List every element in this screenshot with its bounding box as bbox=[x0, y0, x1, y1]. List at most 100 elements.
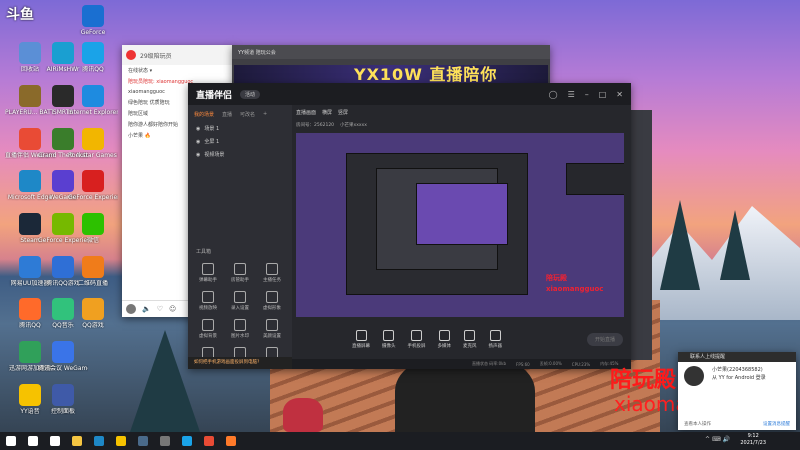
taskbar-clock[interactable]: 9:12 2021/7/23 bbox=[740, 433, 766, 447]
source-button[interactable]: 扬声器 bbox=[489, 329, 502, 349]
desktop-icon[interactable]: QQ游戏 bbox=[68, 298, 118, 329]
tool-button[interactable]: 视频放映 bbox=[192, 291, 224, 311]
taskbar-button[interactable] bbox=[110, 432, 132, 450]
eye-icon[interactable]: ◉ bbox=[196, 139, 200, 145]
desktop-icon-label: QQ游戏 bbox=[82, 322, 104, 329]
tool-button[interactable]: 虚拟形象 bbox=[256, 291, 288, 311]
tool-button[interactable]: 美颜设置 bbox=[256, 319, 288, 339]
tool-icon bbox=[266, 291, 278, 303]
preview-tab[interactable]: 竖屏 bbox=[338, 109, 348, 116]
maximize-icon[interactable]: □ bbox=[599, 90, 607, 99]
tray-icons[interactable]: ^ ⌨ 🔊 bbox=[705, 436, 730, 443]
tool-button[interactable]: 弹幕助手 bbox=[192, 263, 224, 283]
preview-tab[interactable]: 直播画面 bbox=[296, 109, 316, 116]
tool-button[interactable]: 主播任务 bbox=[256, 263, 288, 283]
scene-item[interactable]: ◉ 全屏 1 bbox=[188, 135, 292, 148]
start-live-button[interactable]: 开始直播 bbox=[586, 332, 623, 346]
scene-tab[interactable]: + bbox=[263, 111, 267, 118]
source-button[interactable]: 麦克风 bbox=[463, 329, 477, 349]
help-status[interactable]: 如何把手机游戏画面投屏到电脑? bbox=[188, 357, 292, 369]
source-icon bbox=[355, 329, 367, 341]
file-explorer-icon bbox=[72, 436, 82, 446]
source-icon bbox=[383, 329, 395, 341]
activity-pill[interactable]: 活动 bbox=[240, 89, 261, 99]
task-view-icon bbox=[50, 436, 60, 446]
app-icon bbox=[52, 384, 74, 406]
desktop-icon-label: 腾讯会议 WeGame版 bbox=[38, 365, 88, 372]
taskbar-button[interactable] bbox=[220, 432, 242, 450]
tool-label: 虚拟背景 bbox=[199, 334, 217, 339]
avatar[interactable]: ◯ bbox=[549, 90, 558, 99]
scene-tab[interactable]: 直播 bbox=[222, 111, 232, 118]
taskbar-button[interactable] bbox=[176, 432, 198, 450]
speaker-icon[interactable]: 🔈 bbox=[142, 305, 151, 313]
source-icon bbox=[489, 329, 501, 341]
tool-icon bbox=[234, 291, 246, 303]
taskbar-button[interactable] bbox=[44, 432, 66, 450]
app-icon bbox=[82, 170, 104, 192]
eye-icon[interactable]: ◉ bbox=[196, 152, 200, 158]
side-panel bbox=[630, 110, 652, 360]
notification-name: 小芒果(2204368582) bbox=[712, 367, 763, 373]
source-button[interactable]: 摄像头 bbox=[382, 329, 396, 349]
login-notification[interactable]: 联系人上线提醒 小芒果(2204368582) 从 YY for Android… bbox=[678, 352, 796, 430]
app-icon bbox=[52, 341, 74, 363]
desktop-icon[interactable]: Internet Explorer bbox=[68, 85, 118, 116]
app-icon bbox=[82, 5, 104, 27]
clock-date: 2021/7/23 bbox=[740, 440, 766, 446]
scene-tab[interactable]: 我的场景 bbox=[194, 111, 214, 118]
source-label: 麦克风 bbox=[463, 343, 477, 349]
tool-button[interactable]: 房管助手 bbox=[224, 263, 256, 283]
notification-action[interactable]: 查看本人操作 bbox=[684, 421, 711, 427]
taskbar-button[interactable] bbox=[198, 432, 220, 450]
taskbar-button[interactable] bbox=[0, 432, 22, 450]
yy-channel-window[interactable]: YY频道 陪玩公会 YX10W 直播陪你 bbox=[232, 45, 550, 85]
notification-settings-link[interactable]: 设置消息提醒 bbox=[763, 421, 790, 427]
tool-label: 虚拟形象 bbox=[263, 306, 281, 311]
heart-icon[interactable]: ♡ bbox=[157, 305, 163, 313]
desktop-icon[interactable]: 腾讯QQ bbox=[68, 42, 118, 73]
taskbar-button[interactable] bbox=[88, 432, 110, 450]
preview-info-item: 房间号：2562120 bbox=[296, 123, 335, 128]
preview-tab[interactable]: 横屏 bbox=[322, 109, 332, 116]
steam-icon bbox=[138, 436, 148, 446]
tool-button[interactable]: 虚拟背景 bbox=[192, 319, 224, 339]
desktop-icon[interactable]: 二维码直播 bbox=[68, 256, 118, 287]
taskbar-button[interactable] bbox=[154, 432, 176, 450]
list-item[interactable]: 在线状态 ▾ bbox=[122, 65, 234, 76]
preview-info: 房间号：2562120 小芒果xxxxx bbox=[296, 119, 624, 131]
tool-icon bbox=[202, 291, 214, 303]
live-companion-window[interactable]: 直播伴侣 活动 ◯ ☰ – □ ✕ 我的场景 直播 可改名 + ◉ 场景 1 ◉ 全屏 1 ◉… bbox=[188, 83, 631, 369]
scene-item[interactable]: ◉ 视频场景 bbox=[188, 148, 292, 161]
taskbar-button[interactable] bbox=[22, 432, 44, 450]
minimize-icon[interactable]: – bbox=[585, 90, 589, 99]
yy-icon bbox=[116, 436, 126, 446]
douyu-icon bbox=[226, 436, 236, 446]
live-preview: 陪玩殿 xiaomangguoc bbox=[296, 133, 624, 317]
close-icon[interactable]: ✕ bbox=[616, 90, 623, 99]
edge-icon bbox=[94, 436, 104, 446]
tool-button[interactable]: 图片水印 bbox=[224, 319, 256, 339]
scene-item[interactable]: ◉ 场景 1 bbox=[188, 122, 292, 135]
stat-item: CPU:23% bbox=[571, 361, 591, 367]
scene-tab[interactable]: 可改名 bbox=[240, 111, 255, 118]
taskbar-button[interactable] bbox=[66, 432, 88, 450]
desktop-icon-label: 微信 bbox=[86, 237, 99, 244]
qq-avatar-icon bbox=[126, 50, 136, 60]
desktop-icon[interactable]: GeForce Experience bbox=[68, 170, 118, 201]
desktop-icon[interactable]: 控制面板 bbox=[38, 384, 88, 415]
emoji-icon[interactable]: ☺ bbox=[169, 305, 176, 313]
source-button[interactable]: 手机投屏 bbox=[408, 329, 426, 349]
desktop-icon[interactable]: Rockstar Games Launcher bbox=[68, 128, 118, 159]
tool-button[interactable]: 录入设置 bbox=[224, 291, 256, 311]
source-button[interactable]: 直播屏幕 bbox=[352, 329, 370, 349]
desktop-icon[interactable]: GeForce bbox=[68, 5, 118, 36]
desktop-icon[interactable]: 腾讯会议 WeGame版 bbox=[38, 341, 88, 372]
nested-window bbox=[416, 183, 508, 245]
desktop-icon[interactable]: 微信 bbox=[68, 213, 118, 244]
taskbar-button[interactable] bbox=[132, 432, 154, 450]
avatar[interactable] bbox=[126, 304, 136, 314]
source-button[interactable]: 多媒体 bbox=[438, 329, 451, 349]
eye-icon[interactable]: ◉ bbox=[196, 126, 200, 132]
menu-icon[interactable]: ☰ bbox=[568, 90, 575, 99]
